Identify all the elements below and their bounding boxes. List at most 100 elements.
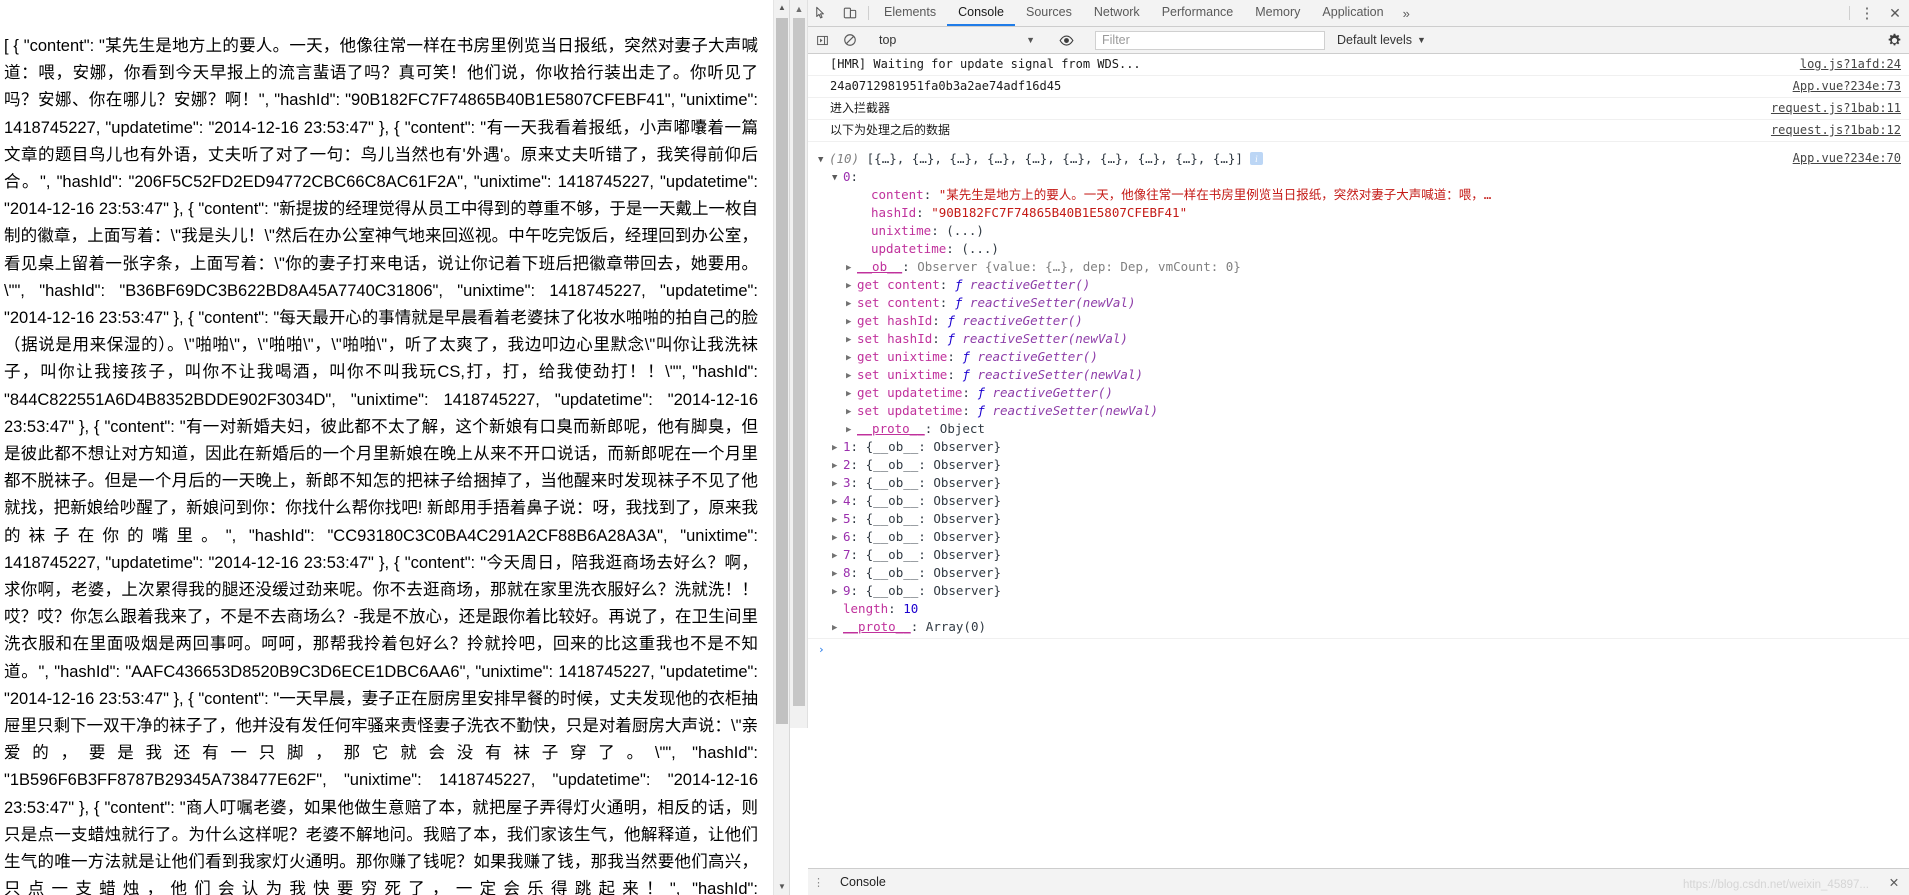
console-message[interactable]: [HMR] Waiting for update signal from WDS…: [808, 54, 1909, 76]
disclosure-triangle-icon[interactable]: ▶: [846, 259, 857, 277]
console-message-source-link[interactable]: request.js?1bab:12: [1759, 122, 1901, 139]
object-property-updatetime[interactable]: ▶ updatetime : (...): [818, 240, 1781, 258]
drawer-handle-icon[interactable]: ⋮: [808, 876, 830, 889]
disclosure-triangle-icon[interactable]: ▶: [846, 295, 857, 313]
disclosure-triangle-icon[interactable]: ▶: [832, 547, 843, 565]
tab-application[interactable]: Application: [1311, 0, 1394, 26]
console-message-source-link[interactable]: log.js?1afd:24: [1788, 56, 1901, 73]
execute-sidebar-icon[interactable]: [808, 34, 836, 47]
disclosure-triangle-icon[interactable]: ▶: [832, 619, 843, 637]
object-accessor-get-unixtime[interactable]: ▶ get unixtime : ƒ reactiveGetter(): [818, 348, 1781, 366]
disclosure-triangle-icon[interactable]: ▶: [846, 277, 857, 295]
chevron-down-icon: ▼: [1026, 35, 1035, 45]
disclosure-triangle-open-icon[interactable]: ▼: [818, 151, 829, 169]
tab-network[interactable]: Network: [1083, 0, 1151, 26]
disclosure-triangle-icon[interactable]: ▶: [846, 313, 857, 331]
array-item-preview: {__ob__: Observer}: [865, 475, 1002, 490]
drawer-close-icon[interactable]: ✕: [1879, 875, 1909, 890]
disclosure-triangle-icon[interactable]: ▶: [846, 403, 857, 421]
array-item-row[interactable]: ▶ 5 : {__ob__: Observer}: [818, 510, 1781, 528]
object-property-ob[interactable]: ▶ __ob__ : Observer {value: {…}, dep: De…: [818, 258, 1781, 276]
object-property-hashid[interactable]: ▶ hashId : "90B182FC7F74865B40B1E5807CFE…: [818, 204, 1781, 222]
page-scrollbar-secondary[interactable]: ▲: [790, 0, 808, 728]
tab-sources[interactable]: Sources: [1015, 0, 1083, 26]
disclosure-triangle-icon[interactable]: ▶: [832, 493, 843, 511]
disclosure-triangle-open-icon[interactable]: ▼: [832, 169, 843, 187]
array-item-row[interactable]: ▶ 1 : {__ob__: Observer}: [818, 438, 1781, 456]
console-message[interactable]: 24a0712981951fa0b3a2ae74adf16d45 App.vue…: [808, 76, 1909, 98]
page-scrollbar-thumb[interactable]: [776, 18, 788, 724]
close-icon[interactable]: ✕: [1881, 0, 1909, 26]
scroll-up-arrow-icon[interactable]: ▲: [774, 0, 789, 16]
array-item-row[interactable]: ▶ 7 : {__ob__: Observer}: [818, 546, 1781, 564]
array-index-label: 9: [843, 583, 851, 598]
disclosure-triangle-icon[interactable]: ▶: [832, 529, 843, 547]
object-property-unixtime[interactable]: ▶ unixtime : (...): [818, 222, 1781, 240]
disclosure-triangle-icon[interactable]: ▶: [832, 565, 843, 583]
live-expression-eye-icon[interactable]: [1052, 33, 1080, 48]
gear-icon[interactable]: [1879, 33, 1909, 48]
object-accessor-set-unixtime[interactable]: ▶ set unixtime : ƒ reactiveSetter(newVal…: [818, 366, 1781, 384]
console-message-list[interactable]: [HMR] Waiting for update signal from WDS…: [808, 54, 1909, 868]
console-message-text: [HMR] Waiting for update signal from WDS…: [830, 57, 1141, 71]
object-accessor-get-hashid[interactable]: ▶ get hashId : ƒ reactiveGetter(): [818, 312, 1781, 330]
array-item-row[interactable]: ▶ 3 : {__ob__: Observer}: [818, 474, 1781, 492]
array-item-row[interactable]: ▶ 6 : {__ob__: Observer}: [818, 528, 1781, 546]
array-length-row[interactable]: ▶ length : 10: [818, 600, 1781, 618]
disclosure-triangle-icon[interactable]: ▶: [846, 331, 857, 349]
property-value[interactable]: (...): [946, 222, 984, 240]
device-toolbar-icon[interactable]: [836, 0, 864, 26]
object-accessor-set-content[interactable]: ▶ set content : ƒ reactiveSetter(newVal): [818, 294, 1781, 312]
drawer-tab-console[interactable]: Console: [830, 875, 896, 889]
console-object-tree[interactable]: ▼ (10) [{…}, {…}, {…}, {…}, {…}, {…}, {……: [808, 142, 1909, 639]
kebab-menu-icon[interactable]: ⋮: [1853, 0, 1881, 26]
array-proto-row[interactable]: ▶ __proto__ : Array(0): [818, 618, 1781, 636]
tab-console[interactable]: Console: [947, 0, 1015, 26]
object-property-content[interactable]: ▶ content : "某先生是地方上的要人。一天，他像往常一样在书房里例览当…: [818, 186, 1781, 204]
object-accessor-set-updatetime[interactable]: ▶ set updatetime : ƒ reactiveSetter(newV…: [818, 402, 1781, 420]
property-value[interactable]: (...): [961, 240, 999, 258]
object-tree-root-row[interactable]: ▼ (10) [{…}, {…}, {…}, {…}, {…}, {…}, {……: [818, 150, 1781, 168]
array-item-row[interactable]: ▶ 8 : {__ob__: Observer}: [818, 564, 1781, 582]
object-accessor-set-hashid[interactable]: ▶ set hashId : ƒ reactiveSetter(newVal): [818, 330, 1781, 348]
disclosure-triangle-icon[interactable]: ▶: [832, 511, 843, 529]
array-item-preview: {__ob__: Observer}: [865, 511, 1002, 526]
more-tabs-chevron-icon[interactable]: »: [1395, 0, 1418, 26]
property-name: set unixtime: [857, 367, 948, 382]
tab-performance[interactable]: Performance: [1151, 0, 1245, 26]
inspect-element-icon[interactable]: [808, 0, 836, 26]
info-badge-icon[interactable]: i: [1249, 152, 1263, 165]
array-item-row[interactable]: ▶ 4 : {__ob__: Observer}: [818, 492, 1781, 510]
disclosure-triangle-icon[interactable]: ▶: [832, 583, 843, 601]
console-prompt[interactable]: ›: [808, 639, 1909, 659]
scroll-up-arrow-icon[interactable]: ▲: [790, 2, 808, 16]
console-message-source-link[interactable]: request.js?1bab:11: [1759, 100, 1901, 117]
array-item-row[interactable]: ▶ 2 : {__ob__: Observer}: [818, 456, 1781, 474]
disclosure-triangle-icon[interactable]: ▶: [846, 367, 857, 385]
object-accessor-get-updatetime[interactable]: ▶ get updatetime : ƒ reactiveGetter(): [818, 384, 1781, 402]
tab-memory[interactable]: Memory: [1244, 0, 1311, 26]
scroll-down-arrow-icon[interactable]: ▼: [774, 879, 789, 895]
disclosure-triangle-icon[interactable]: ▶: [832, 457, 843, 475]
object-property-proto[interactable]: ▶ __proto__ : Object: [818, 420, 1781, 438]
console-object-source-link[interactable]: App.vue?234e:70: [1781, 150, 1901, 167]
execution-context-select[interactable]: top ▼: [873, 30, 1043, 50]
console-message[interactable]: 进入拦截器 request.js?1bab:11: [808, 98, 1909, 120]
object-tree-item-0-row[interactable]: ▼ 0 :: [818, 168, 1781, 186]
disclosure-triangle-icon[interactable]: ▶: [846, 421, 857, 439]
page-scrollbar[interactable]: ▲ ▼: [773, 0, 789, 895]
disclosure-triangle-icon[interactable]: ▶: [846, 385, 857, 403]
disclosure-triangle-icon[interactable]: ▶: [832, 439, 843, 457]
console-message[interactable]: 以下为处理之后的数据 request.js?1bab:12: [808, 120, 1909, 142]
array-item-preview: {__ob__: Observer}: [865, 547, 1002, 562]
tab-elements[interactable]: Elements: [873, 0, 947, 26]
log-level-select[interactable]: Default levels ▼: [1331, 33, 1432, 47]
page-scrollbar-secondary-thumb[interactable]: [793, 18, 805, 706]
object-accessor-get-content[interactable]: ▶ get content : ƒ reactiveGetter(): [818, 276, 1781, 294]
disclosure-triangle-icon[interactable]: ▶: [832, 475, 843, 493]
console-message-source-link[interactable]: App.vue?234e:73: [1781, 78, 1901, 95]
clear-console-icon[interactable]: [836, 33, 864, 47]
disclosure-triangle-icon[interactable]: ▶: [846, 349, 857, 367]
console-filter-input[interactable]: Filter: [1095, 30, 1325, 50]
array-item-row[interactable]: ▶ 9 : {__ob__: Observer}: [818, 582, 1781, 600]
